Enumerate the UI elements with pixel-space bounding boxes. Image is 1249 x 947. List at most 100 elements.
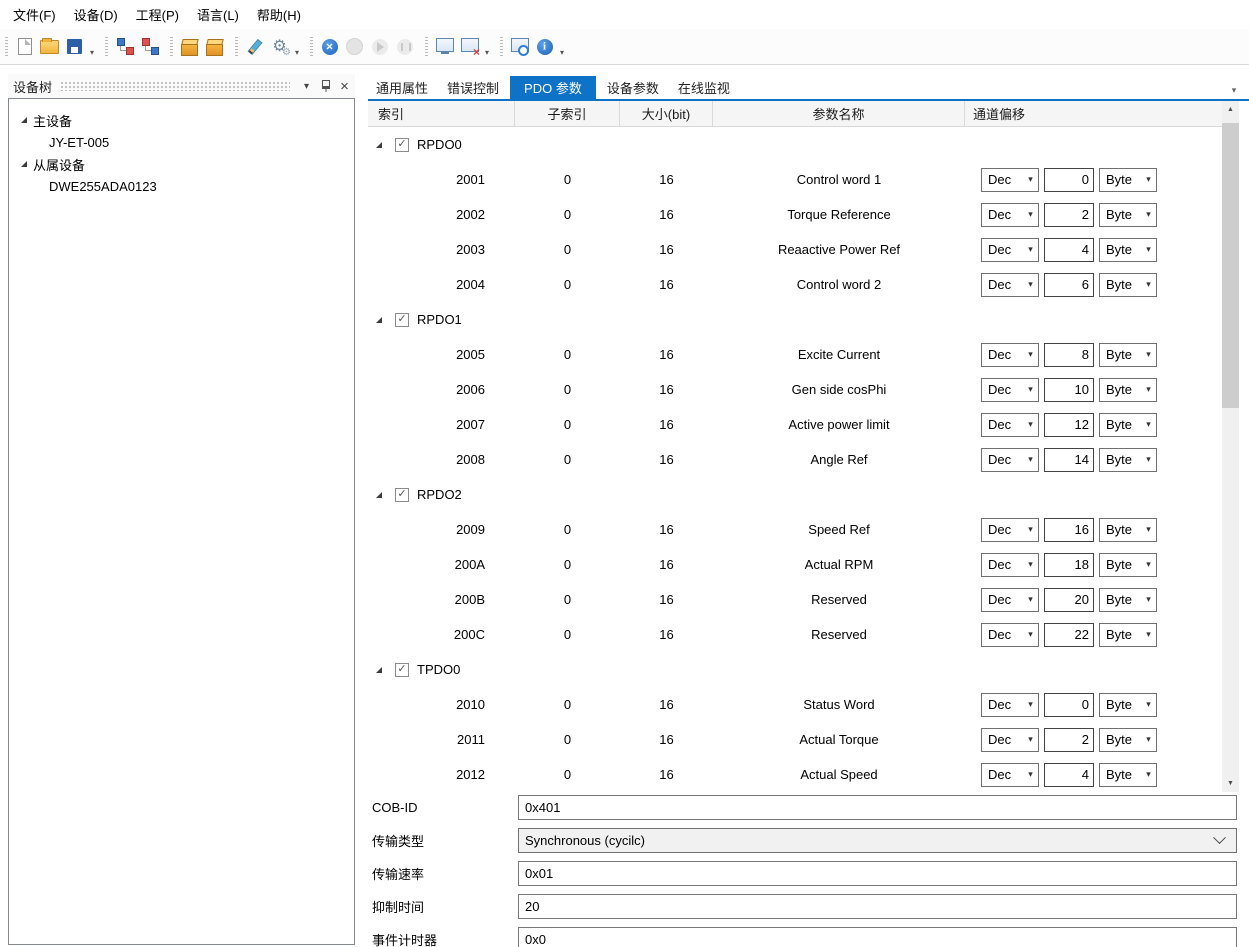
- unit-select[interactable]: Byte: [1099, 728, 1157, 752]
- tab-overflow-icon[interactable]: [1227, 84, 1241, 96]
- menu-item[interactable]: 语言(L): [188, 1, 248, 28]
- pdo-row[interactable]: 2010016Status WordDecByte: [368, 687, 1222, 722]
- menu-item[interactable]: 设备(D): [65, 1, 127, 28]
- menu-item[interactable]: 工程(P): [127, 1, 188, 28]
- panel-close-icon[interactable]: [336, 77, 353, 95]
- format-select[interactable]: Dec: [981, 343, 1039, 367]
- pdo-group-row[interactable]: RPDO2: [368, 477, 1222, 512]
- toolbar-overflow-icon[interactable]: [87, 37, 97, 57]
- tree-node[interactable]: 从属设备: [9, 153, 354, 175]
- tree-expander-icon[interactable]: [21, 161, 27, 167]
- pdo-row[interactable]: 200C016ReservedDecByte: [368, 617, 1222, 652]
- group-checkbox[interactable]: [395, 488, 409, 502]
- pdo-row[interactable]: 2006016Gen side cosPhiDecByte: [368, 372, 1222, 407]
- pdo-row[interactable]: 2002016Torque ReferenceDecByte: [368, 197, 1222, 232]
- format-select[interactable]: Dec: [981, 518, 1039, 542]
- format-select[interactable]: Dec: [981, 203, 1039, 227]
- remove-node-icon[interactable]: [138, 35, 161, 58]
- panel-pin-icon[interactable]: [317, 77, 334, 95]
- pdo-row[interactable]: 2012016Actual SpeedDecByte: [368, 757, 1222, 792]
- offset-input[interactable]: [1044, 238, 1094, 262]
- tree-node[interactable]: 主设备: [9, 109, 354, 131]
- pdo-row[interactable]: 2007016Active power limitDecByte: [368, 407, 1222, 442]
- offset-input[interactable]: [1044, 623, 1094, 647]
- pdo-row[interactable]: 2001016Control word 1DecByte: [368, 162, 1222, 197]
- format-select[interactable]: Dec: [981, 623, 1039, 647]
- pdo-group-row[interactable]: RPDO1: [368, 302, 1222, 337]
- unit-select[interactable]: Byte: [1099, 378, 1157, 402]
- offset-input[interactable]: [1044, 763, 1094, 787]
- tab-item[interactable]: 通用属性: [368, 76, 436, 99]
- vertical-scrollbar[interactable]: [1222, 101, 1239, 792]
- scroll-up-icon[interactable]: [1222, 101, 1239, 118]
- offset-input[interactable]: [1044, 273, 1094, 297]
- unit-select[interactable]: Byte: [1099, 588, 1157, 612]
- group-expander-icon[interactable]: [376, 142, 382, 148]
- unit-select[interactable]: Byte: [1099, 238, 1157, 262]
- scroll-down-icon[interactable]: [1222, 775, 1239, 792]
- format-select[interactable]: Dec: [981, 238, 1039, 262]
- scrollbar-thumb[interactable]: [1222, 123, 1239, 408]
- group-checkbox[interactable]: [395, 138, 409, 152]
- tab-item[interactable]: 错误控制: [439, 76, 507, 99]
- format-select[interactable]: Dec: [981, 728, 1039, 752]
- offset-input[interactable]: [1044, 728, 1094, 752]
- menu-item[interactable]: 文件(F): [4, 1, 65, 28]
- save-icon[interactable]: [63, 35, 86, 58]
- monitor-error-icon[interactable]: [458, 35, 481, 58]
- transmission-type-select[interactable]: Synchronous (cycilc): [518, 828, 1237, 853]
- new-file-icon[interactable]: [13, 35, 36, 58]
- unit-select[interactable]: Byte: [1099, 763, 1157, 787]
- unit-select[interactable]: Byte: [1099, 693, 1157, 717]
- offset-input[interactable]: [1044, 588, 1094, 612]
- pdo-row[interactable]: 200A016Actual RPMDecByte: [368, 547, 1222, 582]
- add-node-icon[interactable]: [113, 35, 136, 58]
- import-package-icon[interactable]: [178, 35, 201, 58]
- format-select[interactable]: Dec: [981, 763, 1039, 787]
- unit-select[interactable]: Byte: [1099, 168, 1157, 192]
- edit-icon[interactable]: [243, 35, 266, 58]
- toolbar-overflow-icon[interactable]: [557, 37, 567, 57]
- pdo-row[interactable]: 2004016Control word 2DecByte: [368, 267, 1222, 302]
- download-icon[interactable]: [433, 35, 456, 58]
- inhibit-time-input[interactable]: [518, 894, 1237, 919]
- unit-select[interactable]: Byte: [1099, 553, 1157, 577]
- cob-id-input[interactable]: [518, 795, 1237, 820]
- tab-item[interactable]: 在线监视: [670, 76, 738, 99]
- group-expander-icon[interactable]: [376, 317, 382, 323]
- tree-expander-icon[interactable]: [21, 117, 27, 123]
- offset-input[interactable]: [1044, 553, 1094, 577]
- group-expander-icon[interactable]: [376, 667, 382, 673]
- unit-select[interactable]: Byte: [1099, 203, 1157, 227]
- offset-input[interactable]: [1044, 203, 1094, 227]
- format-select[interactable]: Dec: [981, 413, 1039, 437]
- group-checkbox[interactable]: [395, 663, 409, 677]
- unit-select[interactable]: Byte: [1099, 413, 1157, 437]
- format-select[interactable]: Dec: [981, 553, 1039, 577]
- unit-select[interactable]: Byte: [1099, 448, 1157, 472]
- open-file-icon[interactable]: [38, 35, 61, 58]
- unit-select[interactable]: Byte: [1099, 623, 1157, 647]
- unit-select[interactable]: Byte: [1099, 343, 1157, 367]
- online-monitor-icon[interactable]: [508, 35, 531, 58]
- transmission-rate-input[interactable]: [518, 861, 1237, 886]
- toolbar-overflow-icon[interactable]: [482, 37, 492, 57]
- menu-item[interactable]: 帮助(H): [248, 1, 310, 28]
- settings-gear-icon[interactable]: [268, 35, 291, 58]
- pdo-row[interactable]: 200B016ReservedDecByte: [368, 582, 1222, 617]
- offset-input[interactable]: [1044, 343, 1094, 367]
- pdo-row[interactable]: 2011016Actual TorqueDecByte: [368, 722, 1222, 757]
- unit-select[interactable]: Byte: [1099, 273, 1157, 297]
- pdo-row[interactable]: 2005016Excite CurrentDecByte: [368, 337, 1222, 372]
- panel-dropdown-icon[interactable]: [298, 77, 315, 95]
- offset-input[interactable]: [1044, 168, 1094, 192]
- export-package-icon[interactable]: [203, 35, 226, 58]
- pdo-row[interactable]: 2003016Reaactive Power RefDecByte: [368, 232, 1222, 267]
- offset-input[interactable]: [1044, 693, 1094, 717]
- info-icon[interactable]: [533, 35, 556, 58]
- toolbar-overflow-icon[interactable]: [292, 37, 302, 57]
- pdo-group-row[interactable]: TPDO0: [368, 652, 1222, 687]
- event-timer-input[interactable]: [518, 927, 1237, 947]
- tree-leaf[interactable]: JY-ET-005: [9, 131, 354, 153]
- group-checkbox[interactable]: [395, 313, 409, 327]
